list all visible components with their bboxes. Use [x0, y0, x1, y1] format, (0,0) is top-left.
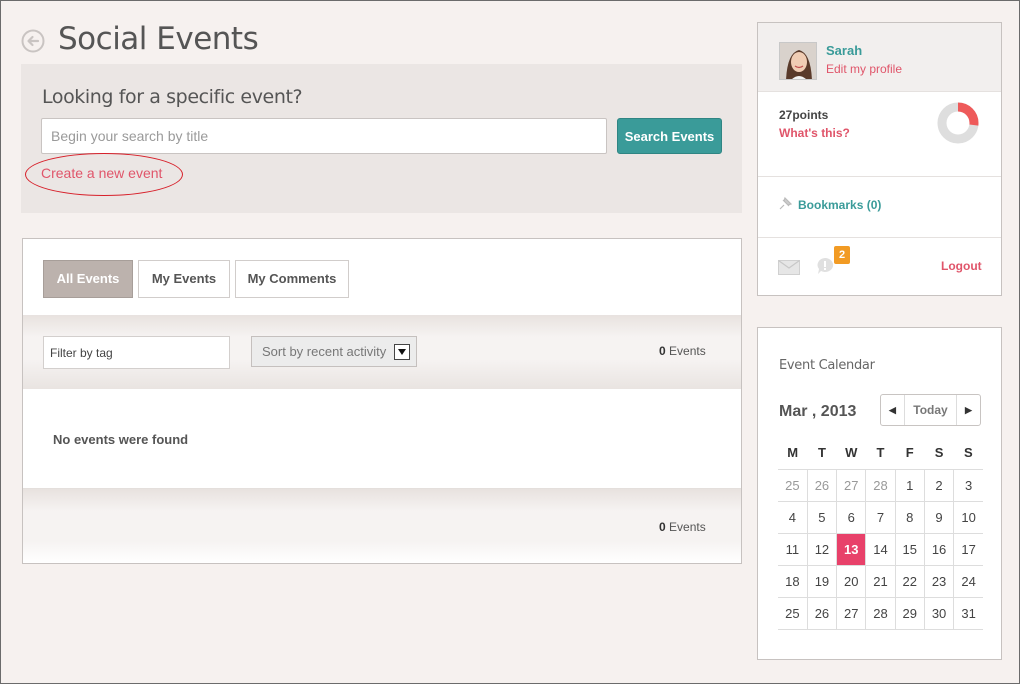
calendar-day[interactable]: 24: [953, 565, 983, 598]
calendar-week-row: 4 5 6 7 8 9 10: [778, 501, 983, 534]
search-panel: Looking for a specific event? Search Eve…: [21, 64, 742, 213]
search-input[interactable]: [41, 118, 607, 154]
events-count-value: 0: [659, 344, 666, 358]
logout-link[interactable]: Logout: [941, 259, 982, 273]
calendar-week-row: 25 26 27 28 1 2 3: [778, 469, 983, 502]
divider: [758, 237, 1001, 238]
create-new-event-link[interactable]: Create a new event: [41, 165, 162, 181]
calendar-day[interactable]: 16: [924, 533, 955, 566]
next-month-icon[interactable]: ▶: [957, 395, 980, 425]
calendar-day[interactable]: 28: [865, 597, 896, 630]
footer-bar: 0 Events: [23, 488, 741, 563]
empty-message: No events were found: [53, 432, 189, 447]
page-title: Social Events: [58, 21, 259, 57]
notification-count-badge[interactable]: 2: [834, 246, 850, 264]
calendar-day[interactable]: 27: [836, 597, 867, 630]
profile-card: Sarah Edit my profile 27points What's th…: [757, 22, 1002, 296]
calendar-day[interactable]: 21: [865, 565, 896, 598]
calendar-day[interactable]: 18: [778, 565, 808, 598]
calendar-day[interactable]: 2: [924, 469, 955, 502]
back-arrow-icon[interactable]: [21, 29, 45, 53]
calendar-day[interactable]: 23: [924, 565, 955, 598]
previous-month-icon[interactable]: ◀: [881, 395, 904, 425]
sort-select[interactable]: Sort by recent activity: [251, 336, 417, 367]
pin-icon: [779, 196, 793, 210]
events-count-value: 0: [659, 520, 666, 534]
calendar-day[interactable]: 27: [836, 469, 867, 502]
calendar-day[interactable]: 25: [778, 597, 808, 630]
weekday-header: M: [778, 436, 808, 470]
events-panel: All Events My Events My Comments Sort by…: [22, 238, 742, 564]
tab-my-events[interactable]: My Events: [138, 260, 230, 298]
points-donut-chart: [937, 102, 979, 144]
events-count-label: Events: [669, 344, 706, 358]
calendar-day[interactable]: 10: [953, 501, 983, 534]
calendar-month: Mar , 2013: [779, 403, 857, 420]
filter-by-tag-input[interactable]: [43, 336, 230, 369]
calendar-day[interactable]: 8: [895, 501, 925, 534]
divider: [758, 176, 1001, 177]
calendar-day[interactable]: 29: [895, 597, 925, 630]
points-value: 27points: [779, 108, 829, 122]
calendar-nav: ◀ Today ▶: [880, 394, 981, 426]
calendar-day[interactable]: 26: [807, 597, 838, 630]
calendar-day[interactable]: 9: [924, 501, 955, 534]
calendar-day[interactable]: 30: [924, 597, 955, 630]
weekday-header: T: [807, 436, 837, 470]
bookmarks-link[interactable]: Bookmarks (0): [798, 198, 881, 212]
calendar-day[interactable]: 15: [895, 533, 925, 566]
mail-icon[interactable]: [778, 260, 800, 275]
dropdown-arrow-icon[interactable]: [394, 344, 410, 360]
tab-all-events[interactable]: All Events: [43, 260, 133, 298]
calendar-day[interactable]: 1: [895, 469, 925, 502]
whats-this-link[interactable]: What's this?: [779, 126, 850, 140]
calendar-title: Event Calendar: [779, 358, 875, 373]
calendar-day[interactable]: 3: [953, 469, 983, 502]
user-name[interactable]: Sarah: [826, 43, 862, 58]
calendar-week-row: 11 12 13 14 15 16 17: [778, 533, 983, 566]
events-count-top: 0 Events: [659, 344, 706, 358]
tab-my-comments[interactable]: My Comments: [235, 260, 349, 298]
calendar-day[interactable]: 7: [865, 501, 896, 534]
calendar-day[interactable]: 26: [807, 469, 838, 502]
filter-bar: Sort by recent activity 0 Events: [23, 315, 741, 389]
calendar-day[interactable]: 5: [807, 501, 838, 534]
events-count-bottom: 0 Events: [659, 520, 706, 534]
calendar-day[interactable]: 4: [778, 501, 808, 534]
calendar-day[interactable]: 28: [865, 469, 896, 502]
event-calendar: Event Calendar Mar , 2013 ◀ Today ▶ MTWT…: [757, 327, 1002, 660]
weekday-header: T: [865, 436, 896, 470]
calendar-day[interactable]: 11: [778, 533, 808, 566]
calendar-day[interactable]: 14: [865, 533, 896, 566]
calendar-day[interactable]: 6: [836, 501, 867, 534]
calendar-day[interactable]: 31: [953, 597, 983, 630]
weekday-header: W: [836, 436, 866, 470]
sort-select-value: Sort by recent activity: [262, 344, 387, 359]
calendar-day[interactable]: 19: [807, 565, 838, 598]
avatar[interactable]: [779, 42, 817, 80]
weekday-header: F: [895, 436, 925, 470]
notification-bubble-icon[interactable]: [816, 257, 834, 275]
today-button[interactable]: Today: [904, 395, 957, 425]
calendar-day[interactable]: 12: [807, 533, 838, 566]
weekday-header: S: [953, 436, 983, 470]
calendar-grid: MTWTFSS 25 26 27 28 1 2 3 4 5 6 7 8 9 10 11 12 13 14 15 16 1…: [778, 436, 983, 630]
events-count-label: Events: [669, 520, 706, 534]
search-events-button[interactable]: Search Events: [617, 118, 722, 154]
calendar-day[interactable]: 17: [953, 533, 983, 566]
calendar-day[interactable]: 22: [895, 565, 925, 598]
edit-profile-link[interactable]: Edit my profile: [826, 62, 902, 76]
search-heading: Looking for a specific event?: [42, 86, 303, 108]
calendar-day-today[interactable]: 13: [836, 533, 867, 566]
calendar-day[interactable]: 20: [836, 565, 867, 598]
calendar-day[interactable]: 25: [778, 469, 808, 502]
weekday-header: S: [924, 436, 954, 470]
calendar-week-row: 25 26 27 28 29 30 31: [778, 597, 983, 630]
divider: [758, 91, 1001, 92]
calendar-week-row: 18 19 20 21 22 23 24: [778, 565, 983, 598]
